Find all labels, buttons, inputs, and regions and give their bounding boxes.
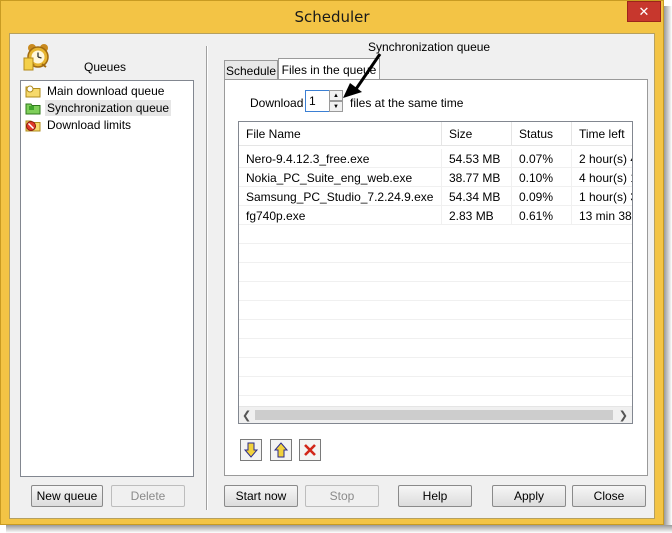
scrollbar-thumb[interactable]	[255, 410, 613, 420]
window-close-button[interactable]: ✕	[627, 1, 661, 22]
cell-time-left: 4 hour(s) 13	[579, 170, 632, 185]
cell-size: 38.77 MB	[442, 168, 512, 187]
queue-list[interactable]: Main download queue Synchronization queu…	[20, 80, 194, 477]
annotation-arrow-icon	[343, 53, 382, 98]
new-queue-button[interactable]: New queue	[31, 485, 103, 507]
window-shadow-bottom	[6, 525, 672, 533]
empty-row	[239, 282, 632, 301]
column-size[interactable]: Size	[442, 122, 512, 146]
scroll-left-icon[interactable]: ❮	[242, 409, 251, 422]
empty-row	[239, 320, 632, 339]
dialog-client-area: Queues Main download queue Synchronizati…	[9, 33, 655, 519]
table-row[interactable]: Nero-9.4.12.3_free.exe 54.53 MB 0.07% 2 …	[239, 149, 632, 168]
table-row[interactable]: Nokia_PC_Suite_eng_web.exe 38.77 MB 0.10…	[239, 168, 632, 187]
title-bar[interactable]: Scheduler ✕	[1, 1, 663, 33]
help-button[interactable]: Help	[398, 485, 472, 507]
column-status[interactable]: Status	[512, 122, 572, 146]
empty-row	[239, 244, 632, 263]
no-entry-icon	[25, 118, 41, 132]
empty-row	[239, 225, 632, 244]
files-list[interactable]: File Name Size Status Time left Nero-9.4…	[238, 121, 633, 424]
queues-header: Queues	[84, 60, 127, 74]
panel-divider	[206, 46, 208, 510]
scroll-right-icon[interactable]: ❯	[619, 409, 628, 422]
close-button[interactable]: Close	[572, 485, 646, 507]
cell-file-name: fg740p.exe	[239, 206, 442, 225]
files-list-header: File Name Size Status Time left	[239, 122, 632, 146]
stop-button[interactable]: Stop	[305, 485, 379, 507]
download-suffix: files at the same time	[350, 96, 464, 110]
cell-status: 0.61%	[512, 206, 572, 225]
empty-row	[239, 263, 632, 282]
cell-file-name: Nero-9.4.12.3_free.exe	[239, 149, 442, 168]
queue-item-synchronization[interactable]: Synchronization queue	[25, 100, 172, 116]
cell-time-left: 13 min 38 se	[579, 208, 632, 223]
cell-time-left: 1 hour(s) 30	[579, 189, 632, 204]
remove-icon	[304, 444, 316, 456]
start-now-button[interactable]: Start now	[224, 485, 298, 507]
queue-item-label: Download limits	[47, 118, 132, 132]
cell-status: 0.09%	[512, 187, 572, 206]
queue-item-label: Main download queue	[47, 84, 165, 98]
cell-status: 0.07%	[512, 149, 572, 168]
sync-folder-icon	[25, 101, 41, 115]
table-row[interactable]: Samsung_PC_Studio_7.2.24.9.exe 54.34 MB …	[239, 187, 632, 206]
tab-schedule[interactable]: Schedule	[224, 60, 278, 80]
queue-item-label: Synchronization queue	[45, 100, 172, 116]
cell-size: 2.83 MB	[442, 206, 512, 225]
move-down-button[interactable]	[240, 439, 262, 461]
concurrent-downloads-input[interactable]: 1	[305, 90, 331, 112]
folder-clock-icon	[25, 84, 41, 98]
download-label: Download	[250, 96, 304, 110]
column-file-name[interactable]: File Name	[239, 122, 442, 146]
move-down-icon	[243, 442, 259, 458]
scheduler-window: Scheduler ✕ Queues Main download queue S…	[0, 0, 664, 525]
cell-file-name: Samsung_PC_Studio_7.2.24.9.exe	[239, 187, 442, 206]
table-row[interactable]: fg740p.exe 2.83 MB 0.61% 13 min 38 se	[239, 206, 632, 225]
cell-status: 0.10%	[512, 168, 572, 187]
cell-size: 54.34 MB	[442, 187, 512, 206]
remove-button[interactable]	[299, 439, 321, 461]
cell-size: 54.53 MB	[442, 149, 512, 168]
cell-file-name: Nokia_PC_Suite_eng_web.exe	[239, 168, 442, 187]
empty-row	[239, 301, 632, 320]
move-up-button[interactable]	[270, 439, 292, 461]
empty-row	[239, 339, 632, 358]
window-shadow-right	[664, 6, 672, 533]
empty-row	[239, 358, 632, 377]
empty-row	[239, 377, 632, 396]
move-up-icon	[273, 442, 289, 458]
delete-queue-button[interactable]: Delete	[111, 485, 185, 507]
spin-down-icon[interactable]: ▼	[329, 101, 343, 112]
window-title: Scheduler	[294, 8, 370, 26]
apply-button[interactable]: Apply	[492, 485, 566, 507]
spin-up-icon[interactable]: ▲	[329, 90, 343, 101]
queue-item-download-limits[interactable]: Download limits	[25, 117, 133, 133]
queue-item-main-download[interactable]: Main download queue	[25, 83, 166, 99]
column-time-left[interactable]: Time left	[572, 122, 632, 146]
cell-time-left: 2 hour(s) 41	[579, 151, 632, 166]
horizontal-scrollbar[interactable]: ❮ ❯	[239, 406, 632, 423]
concurrent-downloads-spinner[interactable]: ▲ ▼	[329, 90, 343, 112]
queues-clock-icon	[22, 40, 54, 72]
